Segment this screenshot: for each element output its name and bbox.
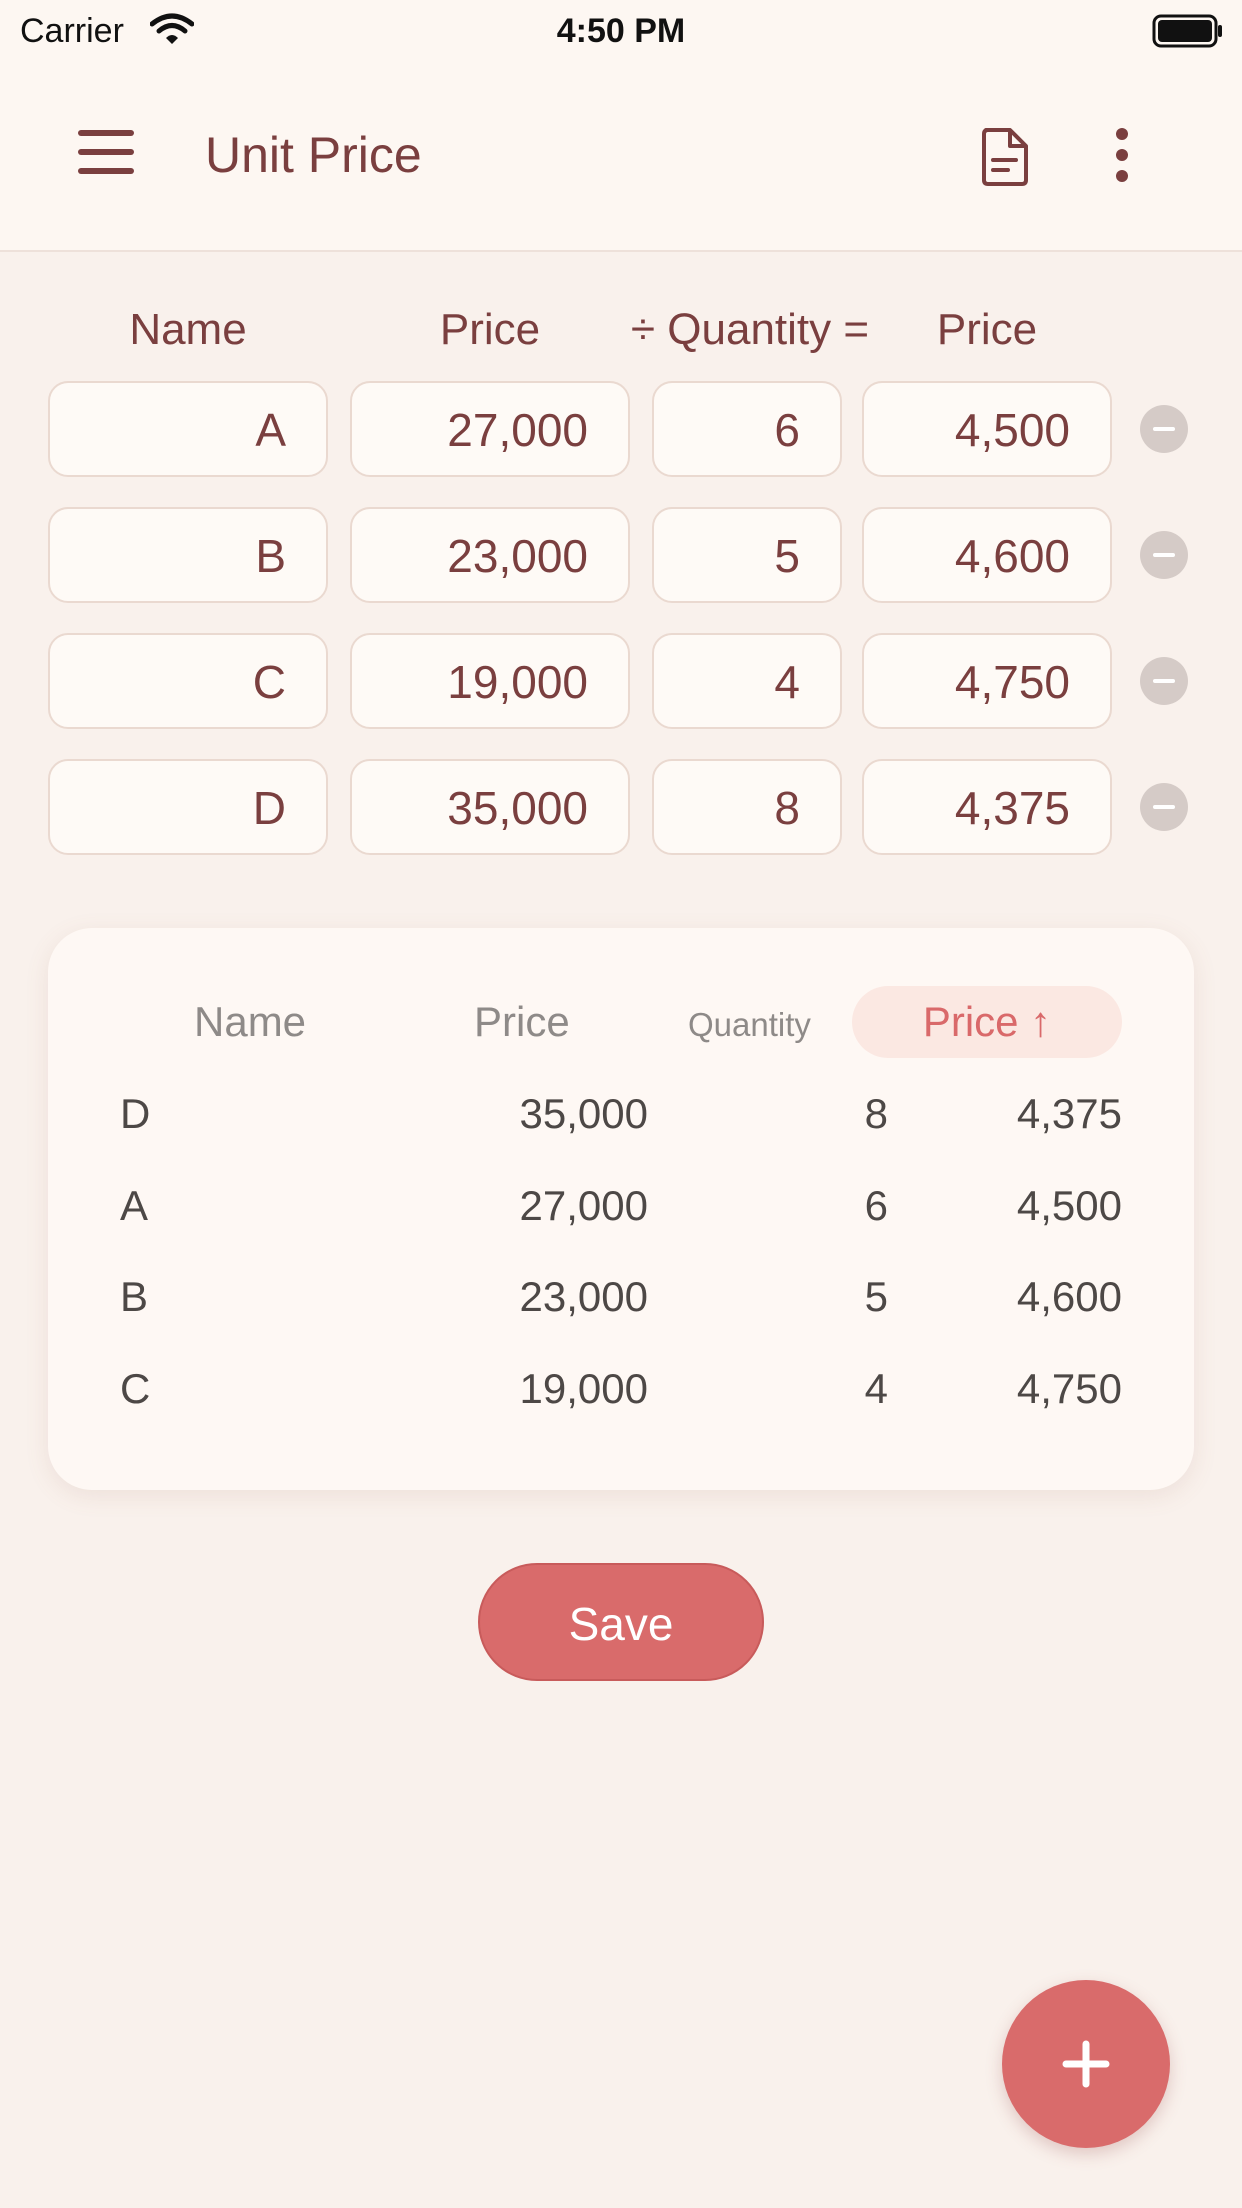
more-vertical-icon[interactable] [1114,128,1130,187]
input-row: D 35,000 8 4,375 [0,759,1242,855]
add-row-button[interactable] [1002,1980,1170,2148]
app-bar: Unit Price [0,62,1242,252]
status-bar: Carrier 4:50 PM [0,0,1242,62]
sort-by-quantity-header[interactable]: Quantity [688,1006,811,1044]
name-field[interactable]: D [48,759,328,855]
battery-icon [1152,14,1224,53]
table-row: B 23,000 5 4,600 [48,1273,1194,1333]
save-button[interactable]: Save [478,1563,764,1681]
input-row: C 19,000 4 4,750 [0,633,1242,729]
price-field[interactable]: 35,000 [350,759,630,855]
name-field[interactable]: A [48,381,328,477]
minus-icon [1153,679,1175,683]
table-row: C 19,000 4 4,750 [48,1365,1194,1425]
table-row: D 35,000 8 4,375 [48,1090,1194,1150]
result-name: C [120,1365,151,1412]
result-unit-price: 4,375 [1016,1090,1122,1137]
price-field[interactable]: 19,000 [350,633,630,729]
result-name: A [120,1182,149,1229]
result-unit-price: 4,500 [1016,1182,1122,1229]
sort-by-name-header[interactable]: Name [194,998,306,1046]
sort-by-price-header[interactable]: Price [474,998,570,1046]
result-name: B [120,1273,149,1320]
input-headers: Name Price ÷ Quantity = Price [0,305,1242,361]
unit-price-field: 4,600 [862,507,1112,603]
quantity-field[interactable]: 4 [652,633,842,729]
result-quantity: 8 [864,1090,888,1137]
remove-row-button[interactable] [1140,657,1188,705]
result-price: 35,000 [519,1090,648,1137]
plus-icon [1062,2040,1110,2088]
unit-price-field: 4,750 [862,633,1112,729]
menu-icon[interactable] [74,127,138,182]
unit-price-field: 4,500 [862,381,1112,477]
table-row: A 27,000 6 4,500 [48,1182,1194,1242]
name-field[interactable]: B [48,507,328,603]
result-name: D [120,1090,151,1137]
price-field[interactable]: 23,000 [350,507,630,603]
input-row: B 23,000 5 4,600 [0,507,1242,603]
document-icon[interactable] [978,126,1032,193]
page-title: Unit Price [205,127,422,183]
quantity-field[interactable]: 6 [652,381,842,477]
remove-row-button[interactable] [1140,531,1188,579]
header-name: Name [129,305,247,354]
name-field[interactable]: C [48,633,328,729]
header-price: Price [439,305,541,354]
result-price: 19,000 [519,1365,648,1412]
unit-price-field: 4,375 [862,759,1112,855]
input-row: A 27,000 6 4,500 [0,381,1242,477]
remove-row-button[interactable] [1140,783,1188,831]
remove-row-button[interactable] [1140,405,1188,453]
minus-icon [1153,805,1175,809]
result-unit-price: 4,750 [1016,1365,1122,1412]
result-quantity: 5 [864,1273,888,1320]
quantity-field[interactable]: 5 [652,507,842,603]
clock: 4:50 PM [556,12,686,50]
result-price: 27,000 [519,1182,648,1229]
result-quantity: 6 [864,1182,888,1229]
minus-icon [1153,553,1175,557]
result-price: 23,000 [519,1273,648,1320]
results-card: Name Price Quantity Price ↑ D 35,000 8 4… [48,928,1194,1490]
minus-icon [1153,427,1175,431]
price-field[interactable]: 27,000 [350,381,630,477]
result-unit-price: 4,600 [1016,1273,1122,1320]
header-unit-price: Price [936,305,1038,354]
quantity-field[interactable]: 8 [652,759,842,855]
sort-by-unit-price-header[interactable]: Price ↑ [852,986,1122,1058]
result-quantity: 4 [864,1365,888,1412]
header-quantity: ÷ Quantity = [630,305,870,354]
